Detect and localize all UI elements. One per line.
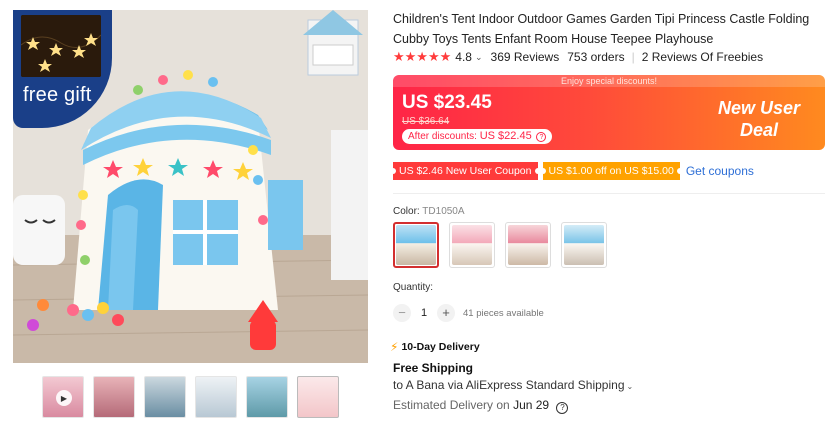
coupon-row: US $2.46 New User Coupon US $1.00 off on… — [390, 162, 754, 180]
thumbnail-selected[interactable] — [297, 376, 339, 418]
freebie-reviews-link[interactable]: 2 Reviews Of Freebies — [642, 50, 763, 64]
rating-value: 4.8 — [455, 50, 472, 64]
new-user-coupon[interactable]: US $2.46 New User Coupon — [390, 162, 540, 180]
deal-line-2: Deal — [739, 120, 779, 140]
thumbnail[interactable] — [195, 376, 237, 418]
estimated-delivery: Estimated Delivery on Jun 29 ? — [393, 398, 569, 414]
thumbnail-video[interactable]: ▶ — [42, 376, 84, 418]
thumbnail[interactable] — [246, 376, 288, 418]
chevron-down-icon[interactable]: ⌄ — [475, 52, 483, 63]
increase-quantity-button[interactable]: + — [437, 304, 455, 322]
deal-line-1: New User — [717, 98, 801, 118]
color-swatches — [393, 222, 607, 268]
thumbnail[interactable] — [93, 376, 135, 418]
store-coupon[interactable]: US $1.00 off on US $15.00 — [539, 162, 684, 180]
color-swatch[interactable] — [561, 222, 607, 268]
chevron-down-icon[interactable]: ⌄ — [627, 382, 634, 391]
quantity-stepper: − 1 + 41 pieces available — [393, 304, 544, 322]
decrease-quantity-button[interactable]: − — [393, 304, 411, 322]
eta-date: Jun 29 — [513, 398, 550, 412]
rating-stars: ★★★★★ — [393, 49, 452, 64]
question-icon[interactable]: ? — [556, 402, 569, 414]
question-icon[interactable]: ? — [536, 132, 547, 142]
original-price: US $36.64 — [402, 116, 450, 127]
stock-available: 41 pieces available — [463, 307, 544, 319]
separator: | — [631, 50, 635, 64]
play-icon: ▶ — [56, 390, 72, 406]
selected-color-code: TD1050A — [422, 206, 465, 217]
product-title: Children's Tent Indoor Outdoor Games Gar… — [393, 12, 810, 46]
reviews-link[interactable]: 369 Reviews — [491, 50, 560, 64]
delivery-badge: ⚡ 10-Day Delivery — [390, 340, 480, 354]
main-product-image[interactable]: free gift — [13, 10, 368, 363]
divider — [393, 193, 825, 194]
color-label: Color: TD1050A — [393, 206, 465, 217]
new-user-deal-label: New User Deal — [709, 97, 809, 141]
quantity-value[interactable]: 1 — [411, 307, 437, 319]
delivery-badge-text: 10-Day Delivery — [401, 341, 480, 353]
color-swatch[interactable] — [449, 222, 495, 268]
color-swatch-selected[interactable] — [393, 222, 439, 268]
orders-count: 753 orders — [567, 50, 625, 64]
promo-strip: Enjoy special discounts! — [393, 75, 825, 87]
after-discount-label: After discounts: — [408, 131, 477, 142]
fast-delivery-icon: ⚡ — [390, 340, 399, 354]
get-coupons-link[interactable]: Get coupons — [686, 164, 754, 178]
rating-row: ★★★★★ 4.8 ⌄ 369 Reviews 753 orders | 2 R… — [393, 49, 763, 65]
eta-label: Estimated Delivery on — [393, 398, 510, 412]
current-price: US $23.45 — [402, 92, 492, 113]
after-discount-price: US $22.45 — [479, 130, 532, 142]
after-discount-pill[interactable]: After discounts: US $22.45 ? — [402, 129, 553, 144]
color-label-text: Color: — [393, 206, 420, 217]
quantity-label: Quantity: — [393, 282, 434, 293]
free-gift-label: free gift — [23, 84, 92, 106]
string-lights-photo — [21, 15, 101, 77]
color-swatch[interactable] — [505, 222, 551, 268]
free-shipping-title: Free Shipping — [393, 361, 474, 375]
price-banner: Enjoy special discounts! US $23.45 US $3… — [393, 75, 825, 150]
thumbnail[interactable] — [144, 376, 186, 418]
thumbnail-strip: ▶ — [42, 376, 339, 418]
shipping-route[interactable]: to A Bana via AliExpress Standard Shippi… — [393, 378, 633, 392]
shipping-route-text: to A Bana via AliExpress Standard Shippi… — [393, 378, 625, 392]
